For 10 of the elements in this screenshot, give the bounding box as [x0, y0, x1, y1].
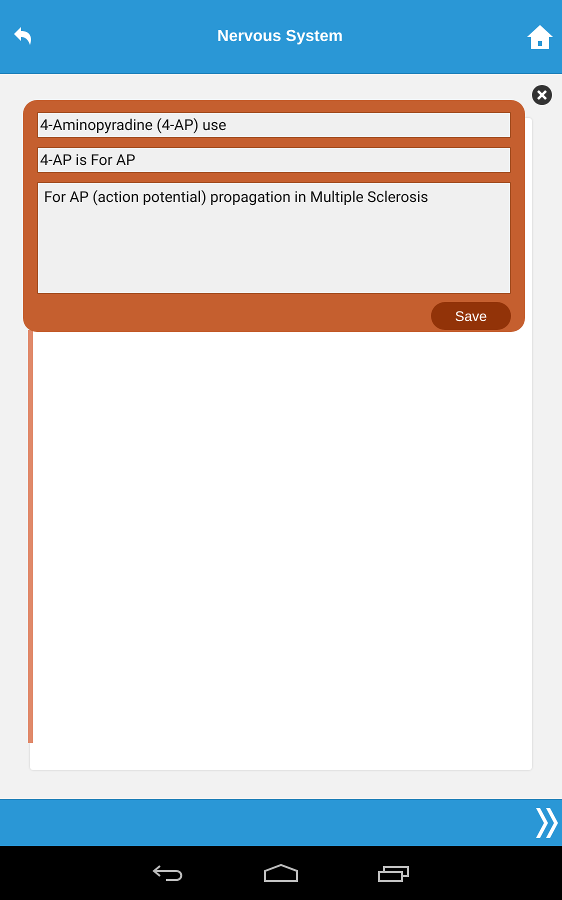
recent-apps-icon[interactable] [378, 864, 410, 882]
next-icon[interactable] [534, 806, 560, 840]
subtitle-field[interactable]: 4-AP is For AP [37, 147, 511, 173]
title-field[interactable]: 4-Aminopyradine (4-AP) use [37, 112, 511, 138]
screen-title: Nervous System [217, 28, 343, 46]
note-field[interactable]: For AP (action potential) propagation in Multiple Sclerosis [37, 182, 511, 294]
save-button[interactable]: Save [431, 302, 511, 330]
close-icon[interactable] [531, 84, 553, 106]
back-icon[interactable] [152, 864, 184, 882]
home-icon[interactable] [264, 864, 298, 882]
